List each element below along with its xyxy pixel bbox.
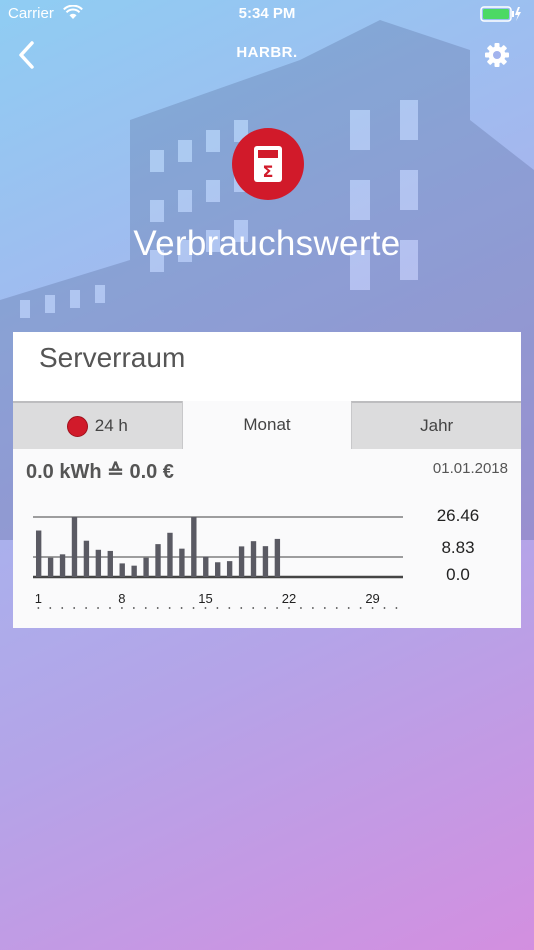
chart-bar <box>238 546 245 577</box>
x-tick-dot <box>347 607 350 609</box>
y-tick-label: 0.0 <box>446 565 470 584</box>
consumption-card: Serverraum 24 h Monat Jahr 0.0 kWh ≙ 0.0… <box>13 332 522 628</box>
x-tick-dot <box>156 607 159 609</box>
x-tick-dot <box>204 607 207 609</box>
consumption-summary: 0.0 kWh ≙ 0.0 € <box>26 461 174 483</box>
consumption-bar-chart: 26.46 8.83 0.0 1 8 15 22 29 <box>33 506 480 609</box>
x-tick-dot <box>49 607 52 609</box>
x-tick-dot <box>395 607 398 609</box>
x-tick-dot <box>85 607 88 609</box>
x-tick-dot <box>311 607 314 609</box>
x-tick-label: 22 <box>282 591 296 606</box>
x-tick-dot <box>371 607 374 609</box>
x-tick-dot <box>61 607 64 609</box>
chart-bar <box>250 541 257 577</box>
x-tick-dot <box>323 607 326 609</box>
battery-icon <box>480 6 521 22</box>
chart-bar <box>215 562 221 577</box>
chart-bar <box>83 540 90 577</box>
x-tick-dot <box>240 607 243 609</box>
period-tabs: 24 h Monat Jahr <box>13 401 522 449</box>
x-tick-dot <box>288 607 290 609</box>
status-bar: Carrier 5:34 PM <box>0 0 534 28</box>
x-tick-dot <box>109 607 111 609</box>
x-tick-dot <box>359 607 362 609</box>
x-tick-dot <box>276 607 278 609</box>
chart-bar <box>59 554 66 577</box>
clock: 5:34 PM <box>238 5 296 22</box>
gear-icon[interactable] <box>482 40 512 70</box>
x-tick-dot <box>121 607 123 609</box>
chart-bar <box>226 561 233 577</box>
tab-24h[interactable]: 24 h <box>13 401 182 449</box>
chart-bar <box>119 563 125 577</box>
chart-bar <box>155 544 161 577</box>
chart-bar <box>35 530 42 577</box>
chart-bar <box>95 549 102 577</box>
x-tick-label: 1 <box>35 591 42 606</box>
x-tick-dot <box>73 607 76 609</box>
tab-label: Monat <box>243 415 291 434</box>
x-tick-dot <box>144 607 147 609</box>
chart-bar <box>131 565 137 577</box>
room-name: Serverraum <box>39 342 186 373</box>
period-date: 01.01.2018 <box>432 460 508 477</box>
x-tick-dot <box>335 607 338 609</box>
x-tick-dot <box>216 607 219 609</box>
chart-bar <box>167 532 173 577</box>
chart-bar <box>107 550 113 577</box>
chart-bar <box>262 546 269 577</box>
live-indicator-dot <box>66 415 88 437</box>
navigation-bar: HARBR. <box>0 30 534 80</box>
chart-bar <box>274 538 281 577</box>
x-tick-label: 15 <box>198 591 212 606</box>
y-tick-label: 8.83 <box>441 538 474 557</box>
page-title: Verbrauchswerte <box>133 224 401 263</box>
x-tick-dot <box>37 607 40 609</box>
tab-label: 24 h <box>94 416 128 435</box>
chart-bar <box>47 557 54 577</box>
x-tick-dot <box>383 607 386 609</box>
chart-bar <box>203 556 209 577</box>
chart-bar <box>191 517 197 577</box>
chart-bar <box>143 557 149 577</box>
x-tick-dot <box>264 607 267 609</box>
x-tick-label: 29 <box>365 591 379 606</box>
svg-text:Σ: Σ <box>263 162 274 181</box>
tab-year[interactable]: Jahr <box>351 401 522 449</box>
tab-label: Jahr <box>420 416 454 435</box>
x-tick-dot <box>252 607 255 609</box>
x-tick-dot <box>168 607 171 609</box>
y-tick-label: 26.46 <box>437 506 480 525</box>
x-tick-dot <box>97 607 99 609</box>
chart-bar <box>71 517 78 577</box>
x-tick-label: 8 <box>118 591 125 606</box>
x-tick-dot <box>192 607 195 609</box>
meter-sigma-icon: Σ <box>232 128 304 200</box>
x-tick-dot <box>300 607 302 609</box>
chart-bar <box>179 548 185 577</box>
x-tick-dot <box>180 607 183 609</box>
nav-title: HARBR. <box>236 44 298 61</box>
x-tick-dot <box>132 607 135 609</box>
tab-month[interactable]: Monat <box>181 401 352 449</box>
x-tick-dot <box>228 607 231 609</box>
